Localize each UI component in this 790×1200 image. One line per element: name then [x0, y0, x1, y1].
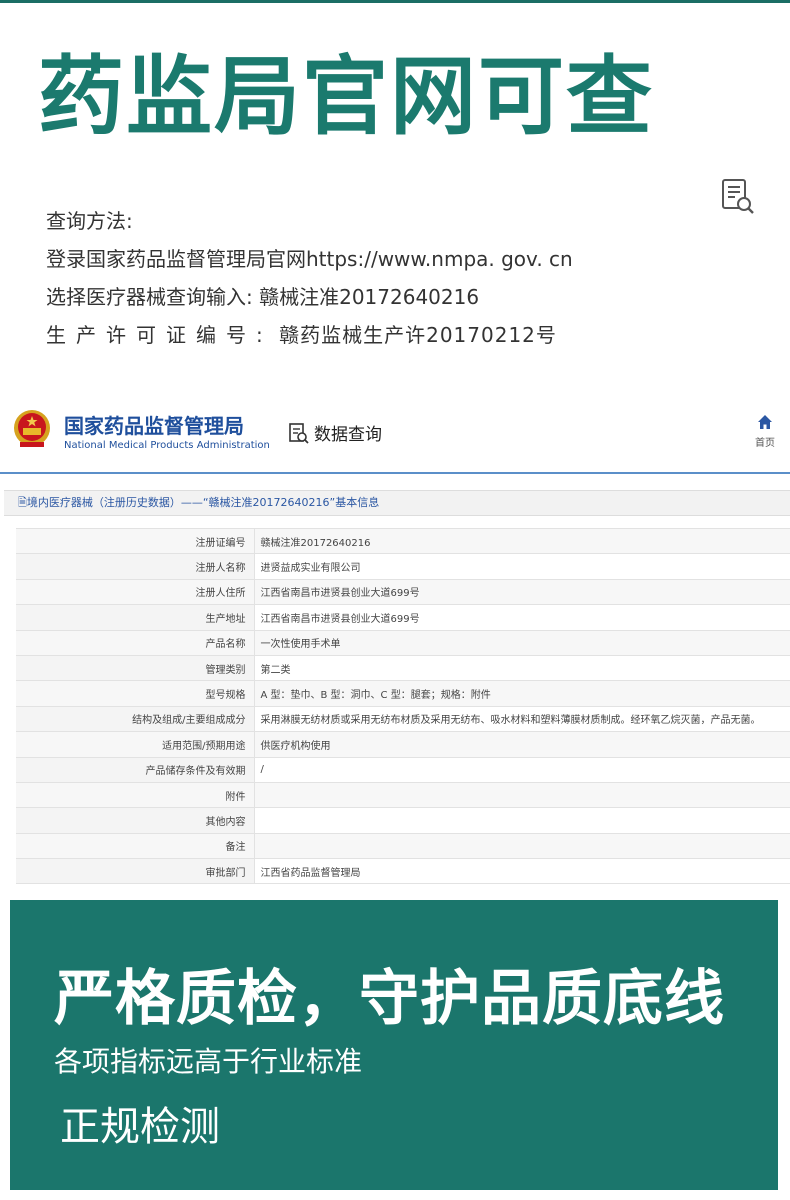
row-label: 型号规格 — [16, 680, 255, 707]
row-label: 其他内容 — [16, 807, 255, 834]
banner-subtitle: 各项指标远高于行业标准 — [54, 1045, 363, 1078]
nmpa-title: 国家药品监督管理局 — [64, 414, 244, 438]
license-line: 生产许可证编号: 赣药监械生产许20170212号 — [46, 320, 573, 358]
device-info-table: 注册证编号 赣械注准20172640216 注册人名称 进贤益成实业有限公司 注册人住所… — [16, 527, 790, 885]
row-value: 第二类 — [254, 654, 790, 682]
table-row: 审批部门 江西省药品监督管理局 — [16, 858, 790, 885]
row-value: 供医疗机构使用 — [254, 731, 790, 758]
row-value: 赣械注准20172640216 — [254, 527, 790, 555]
table-row: 注册人名称 进贤益成实业有限公司 — [16, 553, 790, 580]
row-label: 管理类别 — [16, 654, 255, 682]
row-label: 注册人住所 — [16, 578, 255, 606]
data-query-link[interactable]: 数据查询 — [288, 420, 382, 445]
home-icon — [758, 415, 772, 429]
row-value: 采用淋膜无纺材质或采用无纺布材质及采用无纺布、吸水材料和塑料薄膜材质制成。经环氧… — [254, 705, 790, 733]
row-label: 适用范围/预期用途 — [16, 731, 255, 758]
row-label: 注册人名称 — [16, 553, 255, 580]
banner-tag: 正规检测 — [60, 1104, 220, 1150]
section-title-text: 境内医疗器械（注册历史数据）——“赣械注准20172640216”基本信息 — [26, 496, 380, 509]
table-row: 适用范围/预期用途 供医疗机构使用 — [16, 731, 790, 758]
row-value: A 型：垫巾、B 型：洞巾、C 型：腿套；规格：附件 — [254, 680, 790, 707]
table-row: 生产地址 江西省南昌市进贤县创业大道699号 — [16, 604, 790, 631]
data-query-icon — [289, 422, 309, 444]
data-query-label: 数据查询 — [314, 425, 382, 445]
document-search-icon — [722, 179, 754, 214]
table-row: 注册人住所 江西省南昌市进贤县创业大道699号 — [16, 578, 790, 606]
row-value: 江西省南昌市进贤县创业大道699号 — [254, 578, 790, 606]
table-row: 结构及组成/主要组成成分 采用淋膜无纺材质或采用无纺布材质及采用无纺布、吸水材料和… — [16, 705, 790, 733]
row-label: 生产地址 — [16, 604, 255, 631]
row-value: 江西省南昌市进贤县创业大道699号 — [254, 604, 790, 631]
license-value: 赣药监械生产许20170212号 — [279, 323, 557, 347]
table-row: 产品储存条件及有效期 / — [16, 756, 790, 783]
home-link[interactable]: 首页 — [750, 414, 780, 449]
page-headline: 药监局官网可查 — [38, 47, 654, 147]
document-small-icon: 🗎 — [18, 496, 27, 509]
top-divider — [0, 0, 790, 3]
table-row: 备注 — [16, 832, 790, 860]
nmpa-header: 国家药品监督管理局 National Medical Products Admi… — [0, 398, 790, 474]
row-value — [254, 781, 790, 809]
select-instruction: 选择医疗器械查询输入: 赣械注准20172640216 — [46, 285, 480, 309]
query-instructions: 查询方法: 登录国家药品监督管理局官网https://www.nmpa. gov… — [46, 206, 573, 358]
row-label: 备注 — [16, 832, 255, 860]
nmpa-screenshot: 国家药品监督管理局 National Medical Products Admi… — [0, 398, 790, 885]
table-row: 产品名称 一次性使用手术单 — [16, 629, 790, 656]
table-row: 注册证编号 赣械注准20172640216 — [16, 527, 790, 555]
row-label: 注册证编号 — [16, 527, 255, 555]
login-instruction: 登录国家药品监督管理局官网https://www.nmpa. gov. cn — [46, 247, 573, 271]
nmpa-title-en: National Medical Products Administration — [64, 440, 270, 451]
row-value: / — [254, 756, 790, 783]
table-row: 附件 — [16, 781, 790, 809]
quality-banner: 严格质检，守护品质底线 各项指标远高于行业标准 正规检测 — [10, 900, 778, 1190]
row-value — [254, 807, 790, 834]
row-label: 结构及组成/主要组成成分 — [16, 705, 255, 733]
row-label: 审批部门 — [16, 858, 255, 885]
row-label: 附件 — [16, 781, 255, 809]
row-value: 江西省药品监督管理局 — [254, 858, 790, 885]
license-label: 生产许可证编号: — [46, 323, 273, 347]
home-label: 首页 — [755, 438, 775, 449]
method-label: 查询方法: — [46, 209, 133, 233]
row-value: 进贤益成实业有限公司 — [254, 553, 790, 580]
row-label: 产品储存条件及有效期 — [16, 756, 255, 783]
national-emblem-icon — [14, 410, 50, 447]
table-row: 管理类别 第二类 — [16, 654, 790, 682]
table-row: 型号规格 A 型：垫巾、B 型：洞巾、C 型：腿套；规格：附件 — [16, 680, 790, 707]
row-value — [254, 832, 790, 860]
row-value: 一次性使用手术单 — [254, 629, 790, 656]
table-row: 其他内容 — [16, 807, 790, 834]
banner-title: 严格质检，守护品质底线 — [54, 964, 725, 1034]
section-title: 🗎境内医疗器械（注册历史数据）——“赣械注准20172640216”基本信息 — [4, 490, 790, 516]
row-label: 产品名称 — [16, 629, 255, 656]
